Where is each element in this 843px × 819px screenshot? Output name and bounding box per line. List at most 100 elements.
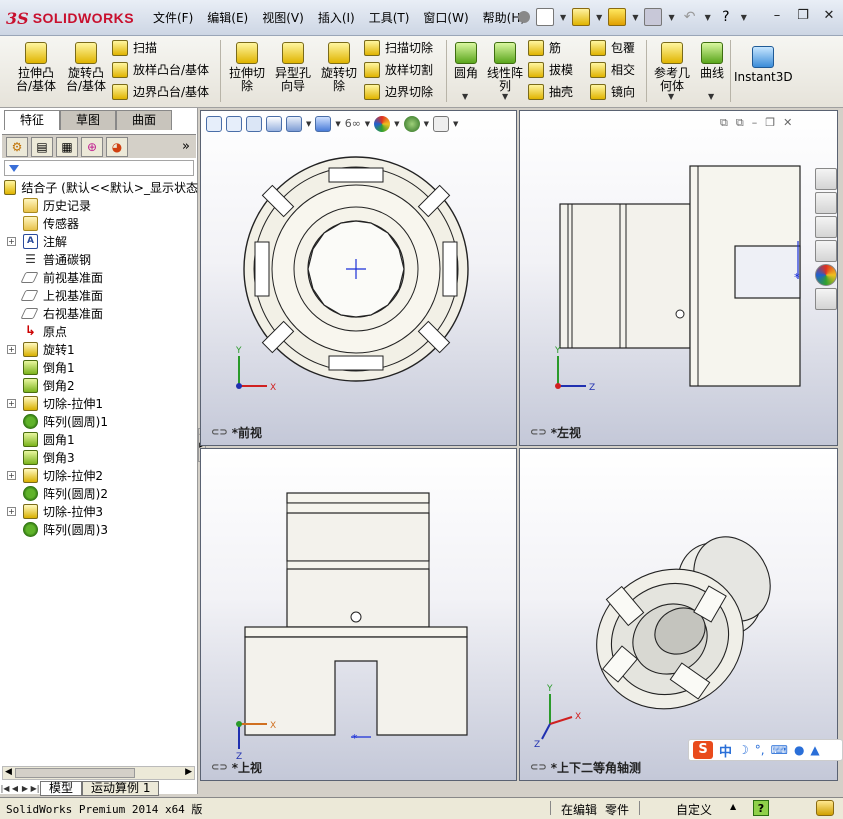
linear-pattern-dropdown-arrow[interactable]: ▼ (502, 92, 508, 101)
zoom-to-fit-icon[interactable] (206, 116, 222, 132)
close-icon[interactable]: ✕ (821, 8, 837, 24)
tree-item[interactable]: ↳ 原点 (0, 322, 198, 340)
menu-edit[interactable]: 编辑(E) (200, 9, 255, 26)
tree-item[interactable]: 倒角3 (0, 448, 198, 466)
wrap-button[interactable]: 包覆 (590, 39, 635, 56)
boundary-cut-button[interactable]: 边界切除 (364, 83, 433, 100)
tile-right-icon[interactable]: ⧉ (736, 116, 744, 130)
link-views-icon[interactable]: ⊂⊃ (530, 427, 547, 438)
restore-icon[interactable]: ❐ (795, 8, 811, 24)
appearances-scenes-icon[interactable] (815, 264, 837, 286)
viewport-front[interactable]: Y X ⊂⊃ *前视 (200, 110, 517, 446)
revolve-cut-button[interactable]: 旋转切 除 (316, 42, 362, 93)
view-settings-icon[interactable] (432, 116, 449, 132)
link-views-icon[interactable]: ⊂⊃ (530, 762, 547, 773)
reference-geometry-dropdown-arrow[interactable]: ▼ (668, 92, 674, 101)
tree-item[interactable]: + 切除-拉伸1 (0, 394, 198, 412)
more-tabs-chevron-icon[interactable]: » (182, 139, 190, 154)
tree-item[interactable]: 历史记录 (0, 196, 198, 214)
file-explorer-icon[interactable] (815, 216, 837, 238)
menu-file[interactable]: 文件(F) (146, 9, 200, 26)
zoom-to-area-icon[interactable] (226, 116, 242, 132)
edit-appearance-icon[interactable] (374, 116, 391, 132)
rebuild-dropdown-arrow[interactable]: ▼ (632, 13, 638, 22)
linear-pattern-button[interactable]: 线性阵 列 (484, 42, 526, 93)
intersect-button[interactable]: 相交 (590, 61, 635, 78)
tree-item[interactable]: 阵列(圆周)1 (0, 412, 198, 430)
view-orientation-icon[interactable] (286, 116, 302, 132)
tab-features[interactable]: 特征 (4, 110, 60, 130)
tab-sketch[interactable]: 草图 (60, 110, 116, 130)
viewport-restore-icon[interactable]: ❐ (765, 116, 775, 130)
units-selector[interactable]: 自定义 (676, 801, 712, 818)
design-library-icon[interactable] (815, 192, 837, 214)
tree-item[interactable]: 倒角1 (0, 358, 198, 376)
undo-dropdown-arrow[interactable]: ▼ (705, 13, 711, 22)
new-document-icon[interactable] (536, 8, 554, 26)
curves-dropdown-arrow[interactable]: ▼ (708, 92, 714, 101)
instant3d-button[interactable]: Instant3D (734, 46, 793, 84)
tab-prev-arrow-icon[interactable]: ◀ (10, 784, 20, 793)
loft-button[interactable]: 放样凸台/基体 (112, 61, 209, 78)
link-views-icon[interactable]: ⊂⊃ (211, 427, 228, 438)
open-dropdown-arrow[interactable]: ▼ (596, 13, 602, 22)
tree-item[interactable]: 阵列(圆周)3 (0, 520, 198, 538)
ime-skin-icon[interactable]: ▲ (810, 743, 819, 757)
view-settings-dropdown-arrow[interactable]: ▼ (453, 120, 458, 128)
help-dropdown-arrow[interactable]: ▼ (741, 13, 747, 22)
ime-language[interactable]: 中 (719, 741, 732, 760)
tree-root-part[interactable]: 结合子 (默认<<默认>_显示状态 (0, 178, 198, 196)
revolve-boss-button[interactable]: 旋转凸 台/基体 (62, 42, 110, 93)
tree-item[interactable]: 传感器 (0, 214, 198, 232)
tree-item[interactable]: 阵列(圆周)2 (0, 484, 198, 502)
ime-user-icon[interactable]: ● (794, 743, 804, 757)
tab-motion-study[interactable]: 运动算例 1 (82, 780, 160, 796)
display-manager-tab-icon[interactable]: ◕ (106, 136, 128, 157)
pin-icon[interactable] (518, 11, 530, 23)
draft-button[interactable]: 拔模 (528, 61, 573, 78)
extrude-boss-button[interactable]: 拉伸凸 台/基体 (12, 42, 60, 93)
mirror-button[interactable]: 镜向 (590, 83, 635, 100)
tree-item[interactable]: + 切除-拉伸3 (0, 502, 198, 520)
viewport-top[interactable]: * X Z ⊂⊃ *上视 (200, 448, 517, 781)
extrude-cut-button[interactable]: 拉伸切 除 (224, 42, 270, 93)
apply-scene-icon[interactable] (403, 116, 420, 132)
scroll-left-arrow-icon[interactable]: ◀ (5, 767, 12, 777)
tab-last-arrow-icon[interactable]: ▶| (30, 784, 40, 793)
boundary-boss-button[interactable]: 边界凸台/基体 (112, 83, 209, 100)
expand-toggle-icon[interactable]: + (7, 470, 16, 480)
viewport-minimize-icon[interactable]: – (752, 116, 758, 130)
minimize-icon[interactable]: – (769, 8, 785, 24)
viewport-left[interactable]: * Y Z ⊂⊃ *左视 (519, 110, 838, 446)
reference-geometry-button[interactable]: 参考几 何体 (650, 42, 694, 93)
menu-window[interactable]: 窗口(W) (416, 9, 475, 26)
units-dropdown-arrow[interactable]: ▲ (730, 802, 736, 811)
custom-properties-icon[interactable] (815, 288, 837, 310)
ime-keyboard-icon[interactable]: ⌨ (771, 743, 788, 757)
ime-halfwidth-icon[interactable]: ☽ (738, 743, 749, 757)
tree-item[interactable]: 上视基准面 (0, 286, 198, 304)
tab-model[interactable]: 模型 (40, 780, 83, 796)
hole-wizard-button[interactable]: 异型孔 向导 (270, 42, 316, 93)
menu-tools[interactable]: 工具(T) (362, 9, 417, 26)
expand-toggle-icon[interactable]: + (7, 506, 16, 516)
tree-item[interactable]: + 旋转1 (0, 340, 198, 358)
quick-tips-help-icon[interactable]: ? (753, 800, 769, 816)
print-icon[interactable] (644, 8, 663, 26)
edit-appearance-dropdown-arrow[interactable]: ▼ (394, 120, 399, 128)
display-style-icon[interactable] (315, 116, 332, 132)
undo-icon[interactable]: ↶ (681, 8, 699, 26)
dimxpert-manager-tab-icon[interactable]: ⊕ (81, 136, 103, 157)
tab-surfaces[interactable]: 曲面 (116, 110, 172, 130)
expand-toggle-icon[interactable]: + (7, 236, 16, 246)
display-style-dropdown-arrow[interactable]: ▼ (335, 120, 340, 128)
lofted-cut-button[interactable]: 放样切割 (364, 61, 433, 78)
tree-item[interactable]: 倒角2 (0, 376, 198, 394)
fillet-button[interactable]: 圆角 (450, 42, 482, 80)
shell-button[interactable]: 抽壳 (528, 83, 573, 100)
ime-punctuation-icon[interactable]: °, (755, 743, 765, 757)
fillet-dropdown-arrow[interactable]: ▼ (462, 92, 468, 101)
view-palette-icon[interactable] (815, 240, 837, 262)
menu-view[interactable]: 视图(V) (255, 9, 311, 26)
ime-logo[interactable]: S (693, 741, 713, 759)
